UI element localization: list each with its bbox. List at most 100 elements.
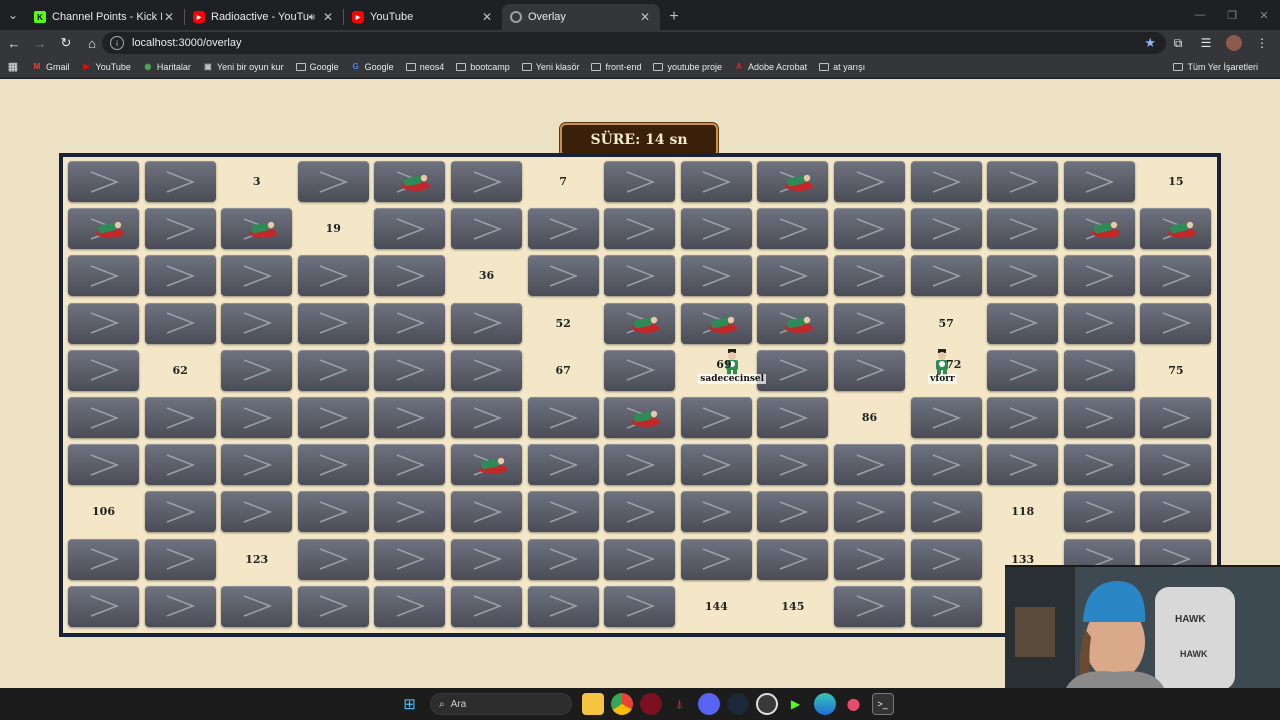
forward-button[interactable]: → xyxy=(28,31,52,55)
board-cell-closed[interactable] xyxy=(144,161,216,202)
board-cell-closed[interactable] xyxy=(374,585,446,627)
board-cell-closed[interactable] xyxy=(910,255,982,297)
board-cell-closed[interactable] xyxy=(910,491,982,533)
board-cell-closed[interactable] xyxy=(1140,491,1212,533)
board-cell-closed[interactable] xyxy=(987,161,1059,202)
board-cell-closed[interactable] xyxy=(297,491,369,533)
board-cell-closed[interactable] xyxy=(451,491,522,533)
bookmark-6[interactable]: G Google xyxy=(351,62,394,72)
bookmark-5[interactable]: Google xyxy=(295,62,339,72)
board-cell-closed[interactable] xyxy=(757,397,829,438)
board-cell-closed[interactable] xyxy=(604,208,676,250)
board-cell-closed[interactable] xyxy=(757,302,829,344)
board-cell-closed[interactable] xyxy=(1063,302,1135,344)
board-cell-closed[interactable] xyxy=(221,349,293,391)
board-cell-closed[interactable] xyxy=(680,538,752,580)
adobe-icon[interactable]: ⍋ xyxy=(669,693,691,715)
board-cell-closed[interactable] xyxy=(374,349,446,391)
tab-1[interactable]: K Channel Points - Kick Dashboard✕ xyxy=(26,4,184,30)
bookmark-3[interactable]: ◉ Haritalar xyxy=(143,62,191,72)
bookmark-9[interactable]: Yeni klasör xyxy=(521,62,579,72)
board-cell-closed[interactable] xyxy=(987,397,1059,438)
obs-icon[interactable] xyxy=(755,693,778,715)
board-cell-closed[interactable] xyxy=(297,302,369,344)
board-cell-closed[interactable] xyxy=(1063,444,1135,486)
board-cell-closed[interactable] xyxy=(1140,255,1212,297)
board-cell-closed[interactable] xyxy=(757,255,829,297)
board-cell-closed[interactable] xyxy=(297,255,369,297)
board-cell-closed[interactable] xyxy=(527,397,599,438)
close-icon[interactable]: ✕ xyxy=(321,10,335,24)
board-cell-closed[interactable] xyxy=(221,444,293,486)
board-cell-closed[interactable] xyxy=(1140,444,1212,486)
board-cell-closed[interactable] xyxy=(144,538,216,580)
board-cell-closed[interactable] xyxy=(680,444,752,486)
board-cell-closed[interactable] xyxy=(1063,161,1135,202)
close-window-button[interactable]: ✕ xyxy=(1248,0,1280,30)
bookmark-7[interactable]: neos4 xyxy=(405,62,444,72)
discord-icon[interactable] xyxy=(697,693,720,715)
board-cell-closed[interactable] xyxy=(604,397,676,438)
board-cell-closed[interactable] xyxy=(987,349,1059,391)
extensions-icon[interactable]: ⧉ xyxy=(1166,31,1190,55)
file-explorer-icon[interactable] xyxy=(581,693,604,715)
board-cell-closed[interactable] xyxy=(527,444,599,486)
board-cell-closed[interactable] xyxy=(987,302,1059,344)
board-cell-closed[interactable] xyxy=(834,302,905,344)
board-cell-closed[interactable] xyxy=(604,255,676,297)
board-cell-closed[interactable] xyxy=(144,397,216,438)
chrome-icon[interactable] xyxy=(610,693,633,715)
board-cell-closed[interactable] xyxy=(68,349,139,391)
board-cell-closed[interactable] xyxy=(144,491,216,533)
board-cell-closed[interactable] xyxy=(527,585,599,627)
tab-3[interactable]: ▶ YouTube ✕ xyxy=(344,4,502,30)
board-cell-closed[interactable] xyxy=(834,538,905,580)
board-cell-closed[interactable] xyxy=(1140,302,1212,344)
all-bookmarks-button[interactable]: Tüm Yer İşaretleri xyxy=(1173,62,1258,72)
app-red-icon[interactable] xyxy=(639,693,662,715)
bookmark-4[interactable]: ▣ Yeni bir oyun kur xyxy=(203,62,284,72)
terminal-icon[interactable]: >_ xyxy=(871,693,894,715)
board-cell-closed[interactable] xyxy=(527,255,599,297)
board-cell-closed[interactable] xyxy=(297,397,369,438)
board-cell-closed[interactable] xyxy=(451,208,522,250)
board-cell-closed[interactable] xyxy=(1063,397,1135,438)
board-cell-closed[interactable] xyxy=(144,302,216,344)
bookmark-star-icon[interactable]: ★ xyxy=(1144,35,1156,51)
board-cell-closed[interactable] xyxy=(910,208,982,250)
board-cell-closed[interactable] xyxy=(834,444,905,486)
board-cell-closed[interactable] xyxy=(68,208,139,250)
board-cell-closed[interactable] xyxy=(68,538,139,580)
board-cell-closed[interactable] xyxy=(374,538,446,580)
board-cell-closed[interactable] xyxy=(757,538,829,580)
board-cell-closed[interactable] xyxy=(297,349,369,391)
board-cell-closed[interactable] xyxy=(680,491,752,533)
board-cell-closed[interactable] xyxy=(680,397,752,438)
board-cell-closed[interactable] xyxy=(910,585,982,627)
board-cell-closed[interactable] xyxy=(374,208,446,250)
board-cell-closed[interactable] xyxy=(374,302,446,344)
board-cell-closed[interactable] xyxy=(451,397,522,438)
board-cell-closed[interactable] xyxy=(144,444,216,486)
board-cell-closed[interactable] xyxy=(1063,491,1135,533)
start-icon[interactable]: ⊞ xyxy=(399,693,421,715)
board-cell-closed[interactable] xyxy=(451,349,522,391)
board-cell-closed[interactable] xyxy=(221,208,293,250)
board-cell-closed[interactable] xyxy=(757,161,829,202)
board-cell-closed[interactable] xyxy=(680,302,752,344)
board-cell-closed[interactable] xyxy=(68,255,139,297)
board-cell-closed[interactable] xyxy=(834,349,905,391)
bookmark-10[interactable]: front-end xyxy=(591,62,641,72)
board-cell-closed[interactable] xyxy=(604,585,676,627)
apps-grid-icon[interactable]: ▦ xyxy=(0,60,26,73)
tab-4[interactable]: Overlay ✕ xyxy=(502,4,660,30)
home-button[interactable]: ⌂ xyxy=(80,31,104,55)
speaker-icon[interactable]: 🔊︎ xyxy=(309,12,315,23)
board-cell-closed[interactable] xyxy=(297,538,369,580)
close-icon[interactable]: ✕ xyxy=(162,10,176,24)
board-cell-closed[interactable] xyxy=(910,161,982,202)
maximize-button[interactable]: ❐ xyxy=(1216,0,1248,30)
bookmark-8[interactable]: bootcamp xyxy=(456,62,510,72)
board-cell-closed[interactable] xyxy=(451,538,522,580)
bookmark-2[interactable]: ▶ YouTube xyxy=(82,62,130,72)
